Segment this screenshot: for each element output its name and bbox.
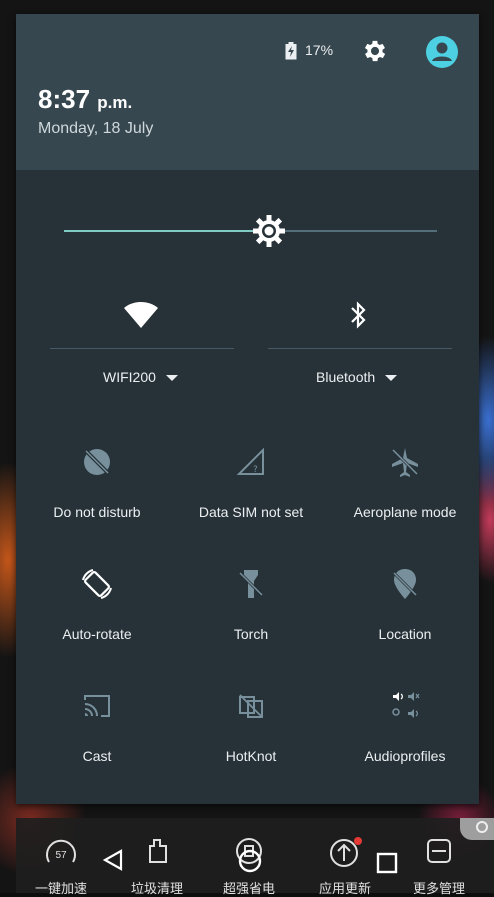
nav-label: 更多管理 <box>412 881 465 896</box>
gear-icon[interactable] <box>361 37 389 65</box>
recents-icon[interactable] <box>376 852 398 874</box>
tile-aeroplane-mode[interactable]: Aeroplane mode <box>328 442 482 552</box>
time-value: 8:37 <box>38 84 91 114</box>
home-icon[interactable] <box>237 848 263 874</box>
nav-label: 超强省电 <box>222 881 275 896</box>
signal-icon: ? <box>236 447 264 475</box>
torch-icon <box>238 570 264 598</box>
nav-label: 垃圾清理 <box>130 881 183 896</box>
date-label: Monday, 18 July <box>38 120 154 137</box>
corner-gear-icon[interactable] <box>460 818 494 840</box>
tile-auto-rotate[interactable]: Auto-rotate <box>20 564 174 674</box>
chevron-down-icon <box>385 375 398 382</box>
speedometer-icon: 57 <box>46 839 76 863</box>
bluetooth-label: Bluetooth <box>316 369 376 385</box>
tile-do-not-disturb[interactable]: Do not disturb <box>20 442 174 552</box>
tile-label: Location <box>378 626 432 642</box>
broom-icon <box>149 839 167 863</box>
tile-label: Auto-rotate <box>62 626 132 642</box>
svg-text:?: ? <box>253 465 258 475</box>
brightness-slider-fill <box>64 230 270 232</box>
airplane-icon <box>391 448 419 477</box>
update-badge <box>354 837 362 845</box>
cast-icon <box>84 695 110 717</box>
tile-data-sim[interactable]: ? Data SIM not set <box>174 442 328 552</box>
tile-location[interactable]: Location <box>328 564 482 674</box>
do-not-disturb-icon <box>84 449 110 475</box>
quick-settings-panel: 17% 8:37 p.m. Monday, 18 July WIFI200 Bl… <box>16 14 479 804</box>
tile-audioprofiles[interactable]: Audioprofiles <box>328 686 482 796</box>
tile-label: Data SIM not set <box>198 504 304 520</box>
wifi-divider <box>50 348 234 349</box>
tile-torch[interactable]: Torch <box>174 564 328 674</box>
junk-clean-button[interactable]: 垃圾清理 <box>112 818 202 896</box>
back-icon[interactable] <box>101 848 125 872</box>
tile-label: Cast <box>82 748 112 764</box>
tile-label: Torch <box>233 626 269 642</box>
tile-label: Do not disturb <box>53 504 141 520</box>
location-off-icon <box>392 569 418 599</box>
audio-profiles-icon <box>392 692 420 718</box>
chevron-down-icon <box>165 375 178 382</box>
wifi-label: WIFI200 <box>103 369 156 385</box>
tile-cast[interactable]: Cast <box>20 686 174 796</box>
bluetooth-divider <box>268 348 452 349</box>
notification-header: 17% 8:37 p.m. Monday, 18 July <box>16 14 479 170</box>
clock-time: 8:37 p.m. <box>38 84 132 115</box>
tile-label: Aeroplane mode <box>353 504 457 520</box>
time-ampm: p.m. <box>97 93 133 112</box>
wifi-dropdown[interactable]: WIFI200 <box>103 369 178 385</box>
boost-button[interactable]: 57 一键加速 <box>16 818 106 896</box>
user-account-icon[interactable] <box>426 36 458 68</box>
upload-icon <box>330 837 362 867</box>
bluetooth-icon[interactable] <box>347 300 369 330</box>
brightness-thumb-icon[interactable] <box>251 213 287 249</box>
tile-label: HotKnot <box>225 748 277 764</box>
tile-hotknot[interactable]: HotKnot <box>174 686 328 796</box>
hotknot-icon <box>239 694 263 718</box>
manage-icon <box>427 839 451 863</box>
tile-label: Audioprofiles <box>364 748 446 764</box>
battery-charging-icon <box>285 42 297 60</box>
bluetooth-dropdown[interactable]: Bluetooth <box>316 369 398 385</box>
wifi-icon[interactable] <box>123 300 159 330</box>
rotate-icon <box>82 569 112 599</box>
battery-percent: 17% <box>305 42 334 58</box>
nav-label: 应用更新 <box>318 881 371 896</box>
bottom-manager-bar: 57 一键加速 垃圾清理 超强省电 应用更新 更多管理 <box>16 818 494 896</box>
nav-label: 一键加速 <box>34 881 87 896</box>
boost-badge: 57 <box>55 850 67 861</box>
